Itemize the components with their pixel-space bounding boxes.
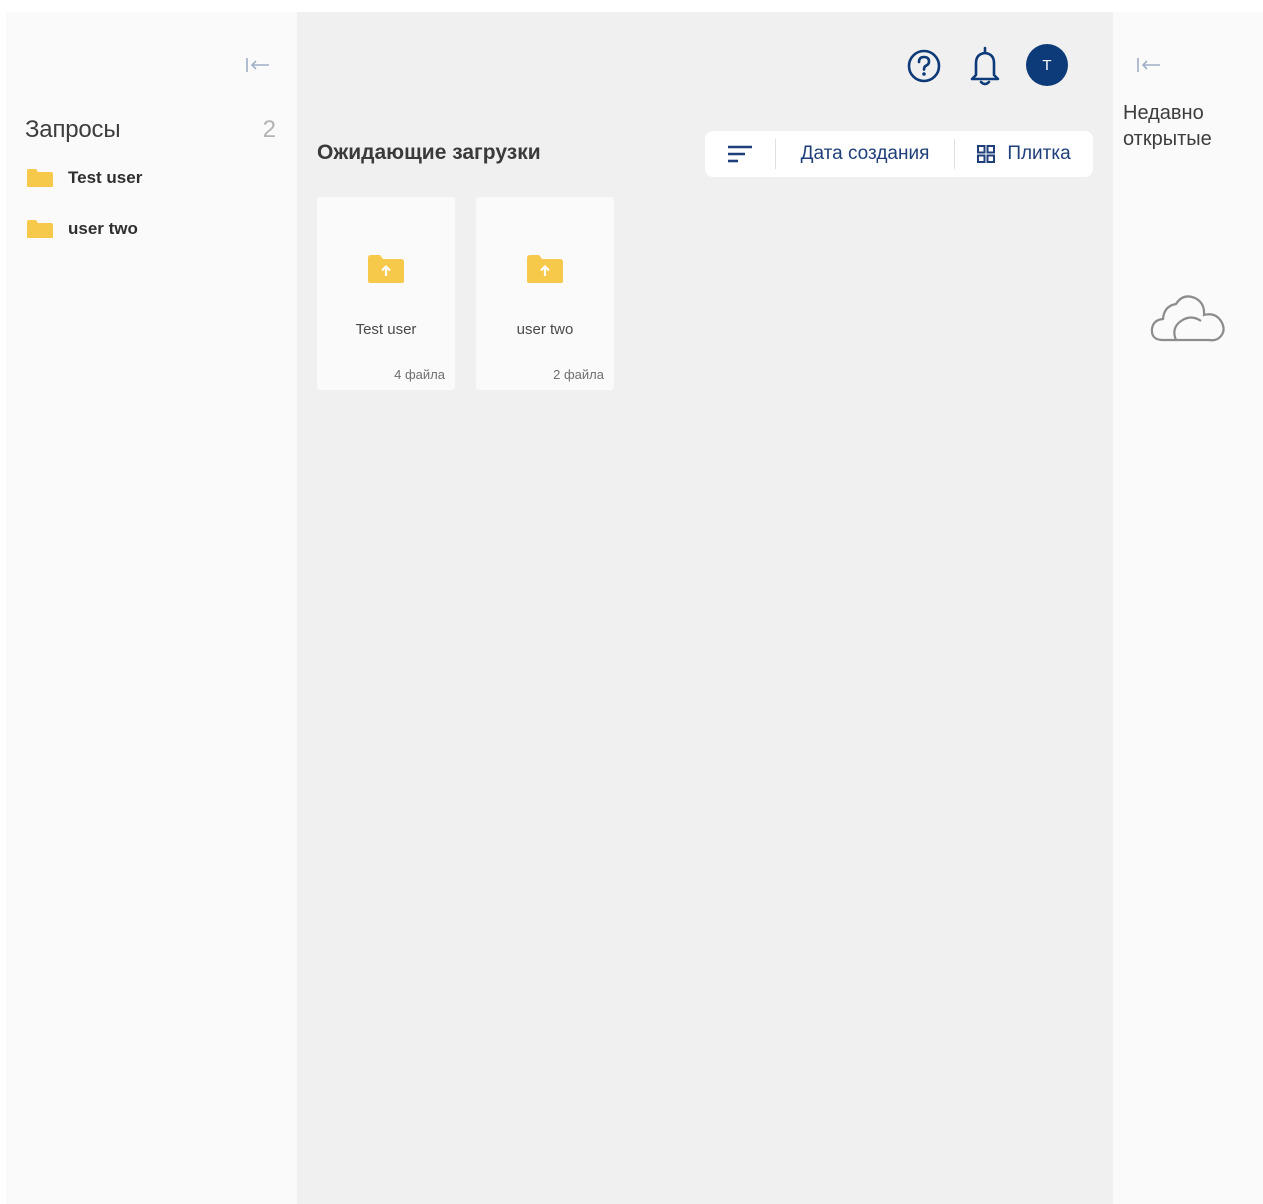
recent-panel: Недавно открытые [1113, 12, 1263, 1204]
sidebar-item-label: Test user [68, 168, 143, 187]
folder-upload-icon [527, 255, 563, 283]
tile-name: user two [516, 321, 574, 338]
view-mode-button[interactable]: Плитка [955, 143, 1093, 165]
sidebar-title: Запросы [25, 116, 121, 143]
view-toolbar: Дата создания Плитка [705, 131, 1093, 177]
page-title: Ожидающие загрузки [317, 141, 541, 164]
requests-sidebar: Запросы 2 Test user user two [6, 12, 297, 1204]
sidebar-item-test-user[interactable]: Test user [26, 163, 276, 193]
folder-icon [27, 169, 53, 187]
folder-tile-user-two[interactable]: user two 2 файла [476, 197, 614, 390]
tile-name: Test user [355, 321, 417, 338]
app-window: Запросы 2 Test user user two T Ожидающие… [6, 12, 1263, 1204]
collapse-left-icon[interactable] [1136, 54, 1162, 76]
main-content: T Ожидающие загрузки Дата создания Плитк… [297, 12, 1113, 1204]
bell-icon[interactable] [967, 45, 1003, 87]
sidebar-item-user-two[interactable]: user two [26, 214, 276, 244]
recent-panel-title: Недавно открытые [1123, 102, 1212, 150]
sort-lines-icon[interactable] [705, 131, 775, 177]
sort-by-button[interactable]: Дата создания [776, 143, 954, 165]
requests-count: 2 [262, 116, 276, 143]
tile-file-count: 2 файла [553, 367, 604, 382]
sidebar-item-label: user two [68, 219, 138, 238]
folder-upload-icon [368, 255, 404, 283]
folder-icon [27, 220, 53, 238]
collapse-left-icon[interactable] [245, 54, 271, 76]
tile-file-count: 4 файла [394, 367, 445, 382]
view-mode-label: Плитка [1007, 143, 1071, 164]
folder-tile-test-user[interactable]: Test user 4 файла [317, 197, 455, 390]
grid-icon [977, 145, 996, 163]
cloud-icon [1150, 295, 1225, 342]
help-icon[interactable] [906, 48, 942, 84]
avatar[interactable]: T [1026, 44, 1068, 86]
